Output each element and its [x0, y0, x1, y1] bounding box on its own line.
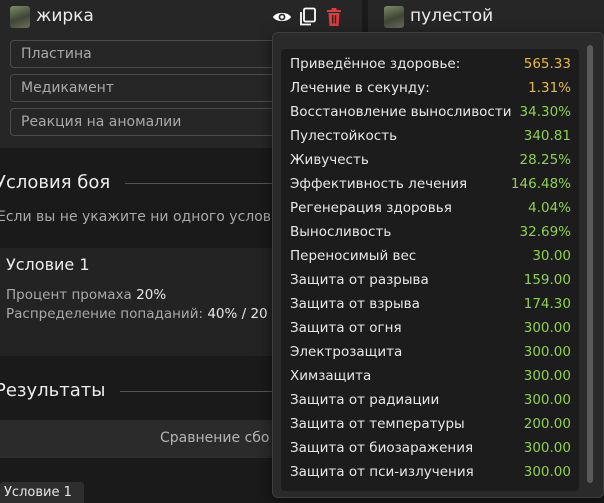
section-divider — [120, 391, 285, 392]
stat-row: Защита от биозаражения 300.00 — [290, 437, 571, 461]
stat-row: Лечение в секунду: 1.31% — [290, 77, 571, 101]
stat-label: Защита от радиации — [290, 392, 440, 408]
stat-value: 300.00 — [523, 440, 571, 456]
compare-builds-button[interactable]: Сравнение сбо — [0, 420, 300, 458]
stat-row: Защита от радиации 300.00 — [290, 389, 571, 413]
compare-label: Сравнение сбо — [160, 430, 270, 446]
stat-row: Химзащита 300.00 — [290, 365, 571, 389]
stat-row: Живучесть 28.25% — [290, 149, 571, 173]
build-avatar — [10, 6, 30, 28]
stat-value: 300.00 — [523, 464, 571, 480]
condition-title: Условие 1 — [6, 255, 90, 274]
stat-label: Приведённое здоровье: — [290, 56, 461, 72]
plate-select[interactable]: Пластина — [10, 40, 310, 68]
stat-row: Защита от пси-излучения 300.00 — [290, 461, 571, 485]
stat-label: Восстановление выносливости — [290, 104, 512, 120]
scrollbar[interactable] — [587, 45, 593, 483]
section-divider — [125, 183, 285, 184]
eye-icon[interactable] — [272, 8, 292, 26]
stat-row: Регенерация здоровья 4.04% — [290, 197, 571, 221]
stat-label: Переносимый вес — [290, 248, 417, 264]
stat-value: 565.33 — [523, 56, 571, 72]
stat-label: Эффективность лечения — [290, 176, 468, 192]
stat-label: Регенерация здоровья — [290, 200, 452, 216]
stat-value: 146.48% — [510, 176, 571, 192]
stat-label: Защита от разрыва — [290, 272, 429, 288]
stat-value: 159.00 — [523, 272, 571, 288]
stat-value: 174.30 — [523, 296, 571, 312]
stat-value: 300.00 — [523, 392, 571, 408]
stat-row: Эффективность лечения 146.48% — [290, 173, 571, 197]
stats-list: Приведённое здоровье: 565.33 Лечение в сек… — [281, 49, 579, 491]
miss-percent-value: 20% — [136, 287, 167, 303]
stat-label: Лечение в секунду: — [290, 80, 430, 96]
stat-row: Пулестойкость 340.81 — [290, 125, 571, 149]
hit-distribution-label: Распределение попаданий: — [6, 306, 204, 322]
stat-value: 300.00 — [523, 344, 571, 360]
stat-value: 32.69% — [519, 224, 571, 240]
copy-icon[interactable] — [299, 7, 317, 27]
stat-value: 28.25% — [519, 152, 571, 168]
stat-value: 340.81 — [523, 128, 571, 144]
medication-select[interactable]: Медикамент — [10, 74, 310, 102]
stat-row: Приведённое здоровье: 565.33 — [290, 53, 571, 77]
stats-popup: Приведённое здоровье: 565.33 Лечение в сек… — [272, 32, 604, 498]
stat-row: Защита от огня 300.00 — [290, 317, 571, 341]
stat-value: 300.00 — [523, 320, 571, 336]
build-avatar-right — [384, 6, 404, 28]
stat-label: Защита от биозаражения — [290, 440, 474, 456]
tab-condition-1[interactable]: Условие 1 — [0, 482, 84, 503]
stat-label: Защита от огня — [290, 320, 402, 336]
stat-value: 1.31% — [528, 80, 571, 96]
stat-label: Пулестойкость — [290, 128, 398, 144]
stat-row: Защита от разрыва 159.00 — [290, 269, 571, 293]
trash-icon[interactable] — [326, 7, 342, 27]
build-name-right: пулестой — [410, 6, 494, 26]
results-title: Результаты — [0, 380, 106, 401]
stat-value: 200.00 — [523, 416, 571, 432]
stat-value: 30.00 — [532, 248, 571, 264]
build-name: жирка — [36, 6, 94, 26]
stat-row: Электрозащита 300.00 — [290, 341, 571, 365]
stat-value: 34.30% — [519, 104, 571, 120]
stat-label: Выносливость — [290, 224, 392, 240]
stat-value: 4.04% — [528, 200, 571, 216]
hit-distribution-row: Распределение попаданий: 40% / 20 — [6, 306, 268, 322]
stat-row: Защита от взрыва 174.30 — [290, 293, 571, 317]
anomaly-reaction-select[interactable]: Реакция на аномалии — [10, 108, 310, 136]
miss-percent-row: Процент промаха 20% — [6, 287, 166, 303]
stat-label: Химзащита — [290, 368, 372, 384]
stat-label: Электрозащита — [290, 344, 403, 360]
stat-value: 300.00 — [523, 368, 571, 384]
stat-label: Защита от температуры — [290, 416, 465, 432]
conditions-hint: Если вы не укажите ни одного условия — [0, 209, 289, 225]
stat-label: Защита от взрыва — [290, 296, 420, 312]
stat-label: Защита от пси-излучения — [290, 464, 474, 480]
stat-row: Переносимый вес 30.00 — [290, 245, 571, 269]
miss-percent-label: Процент промаха — [6, 287, 132, 303]
stat-row: Защита от температуры 200.00 — [290, 413, 571, 437]
stat-label: Живучесть — [290, 152, 369, 168]
stat-row: Восстановление выносливости 34.30% — [290, 101, 571, 125]
stat-row: Выносливость 32.69% — [290, 221, 571, 245]
battle-conditions-title: Условия боя — [0, 172, 111, 193]
hit-distribution-value: 40% / 20 — [207, 306, 268, 322]
